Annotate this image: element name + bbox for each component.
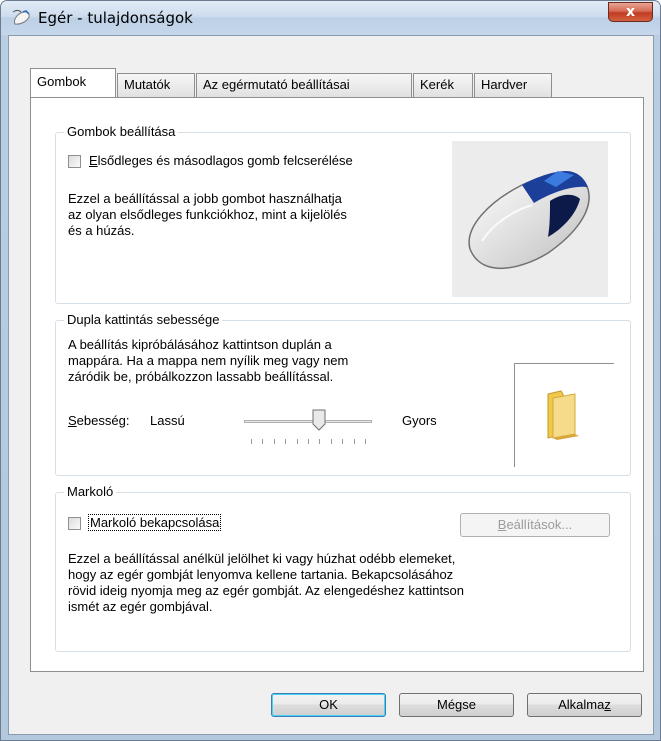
slider-thumb-icon (312, 409, 326, 431)
clicklock-settings-button[interactable]: Beállítások... (460, 513, 610, 537)
test-folder-area[interactable] (514, 363, 614, 467)
group-title: Dupla kattintás sebessége (64, 312, 223, 327)
slider-tick (285, 439, 287, 444)
slider-tick (262, 439, 264, 444)
cancel-button[interactable]: Mégse (399, 693, 514, 717)
clicklock-label[interactable]: Markoló bekapcsolása (87, 514, 222, 531)
fast-label: Gyors (402, 413, 437, 428)
tab-label: Mutatók (124, 77, 171, 92)
double-click-description: A beállítás kipróbálásához kattintson du… (68, 337, 349, 384)
tab-label: Gombok (37, 74, 87, 89)
slider-tick (330, 439, 332, 444)
slider-tick (296, 439, 298, 444)
slider-tick (273, 439, 275, 444)
mouse-icon (12, 10, 30, 25)
slider-tick (319, 439, 321, 444)
tab-gombok[interactable]: Gombok (30, 68, 116, 97)
slider-tick (342, 439, 344, 444)
slider-ticks (244, 439, 372, 445)
swap-buttons-description: Ezzel a beállítással a jobb gombot haszn… (68, 191, 347, 238)
slow-label: Lassú (150, 413, 185, 428)
title-bar[interactable]: Egér - tulajdonságok x (1, 1, 660, 35)
tab-hardver[interactable]: Hardver (474, 73, 552, 97)
speed-label: Sebesség: (68, 413, 130, 428)
tab-label: Hardver (481, 77, 528, 92)
clicklock-description: Ezzel a beállítással anélkül jelölhet ki… (68, 551, 465, 614)
slider-tick (353, 439, 355, 444)
tab-mutatok[interactable]: Mutatók (117, 73, 195, 97)
button-configuration-group: Gombok beállítása Elsődleges és másodlag… (55, 124, 631, 304)
double-click-speed-slider[interactable] (244, 409, 372, 449)
window-title: Egér - tulajdonságok (38, 9, 193, 27)
tab-pointer-options[interactable]: Az egérmutató beállításai (196, 73, 412, 97)
slider-thumb[interactable] (312, 409, 326, 431)
mouse-illustration-icon (468, 171, 590, 270)
double-click-speed-group: Dupla kattintás sebessége A beállítás ki… (55, 312, 631, 476)
tab-panel-buttons: Gombok beállítása Elsődleges és másodlag… (30, 97, 644, 672)
ok-button[interactable]: OK (271, 693, 386, 717)
tab-kerek[interactable]: Kerék (413, 73, 473, 97)
group-title: Gombok beállítása (64, 124, 179, 139)
slider-track (244, 420, 372, 423)
apply-button[interactable]: Alkalmaz (527, 693, 642, 717)
tab-label: Az egérmutató beállításai (203, 77, 350, 92)
tab-label: Kerék (420, 77, 454, 92)
swap-buttons-label[interactable]: Elsődleges és másodlagos gomb felcserélé… (89, 153, 353, 168)
slider-tick (365, 439, 366, 444)
clicklock-checkbox[interactable] (68, 517, 81, 530)
mouse-preview (452, 141, 608, 297)
slider-tick (251, 439, 252, 444)
group-title: Markoló (64, 484, 117, 499)
folder-icon[interactable] (545, 390, 585, 440)
clicklock-group: Markoló Markoló bekapcsolása Beállítások… (55, 484, 631, 652)
close-button[interactable]: x (608, 2, 653, 22)
swap-buttons-checkbox[interactable] (68, 155, 81, 168)
close-icon: x (625, 4, 636, 20)
mouse-properties-window: Egér - tulajdonságok x Gombok Mutatók Az… (0, 0, 661, 741)
slider-tick (308, 439, 309, 444)
